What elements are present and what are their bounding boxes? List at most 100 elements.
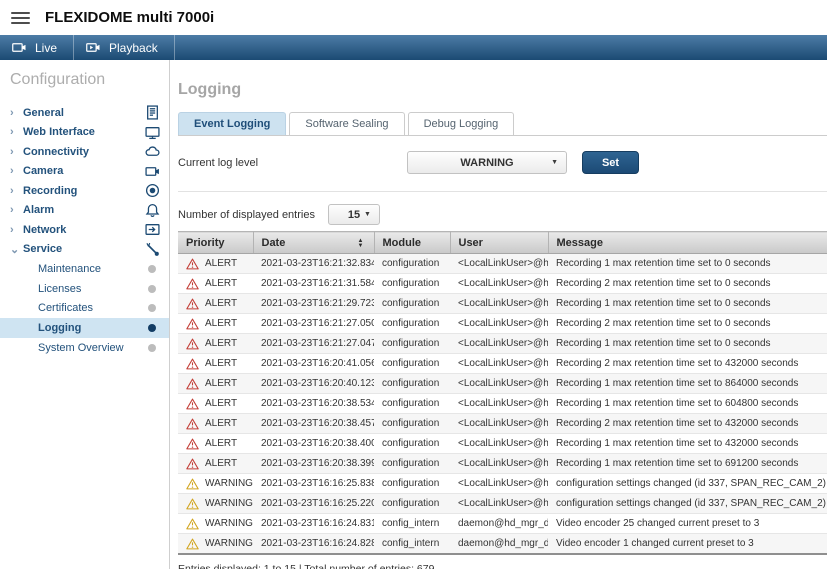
priority-label: ALERT xyxy=(205,278,237,289)
entries-dropdown[interactable]: 15 ▼ xyxy=(328,204,380,225)
log-table: Priority Date▲▼ Module User Message ALER… xyxy=(178,231,827,555)
tab-software-sealing[interactable]: Software Sealing xyxy=(289,112,404,135)
menu-icon[interactable] xyxy=(11,12,30,24)
table-row[interactable]: ALERT 2021-03-23T16:20:38.534+01:00 conf… xyxy=(178,394,827,414)
alert-icon xyxy=(186,378,199,390)
date-cell: 2021-03-23T16:21:29.723+01:00 xyxy=(253,294,374,314)
sidebar-item-recording[interactable]: › Recording xyxy=(0,181,169,201)
tab-event-logging[interactable]: Event Logging xyxy=(178,112,286,135)
col-date[interactable]: Date▲▼ xyxy=(253,232,374,254)
sidebar-item-web-interface[interactable]: › Web Interface xyxy=(0,123,169,143)
module-cell: configuration xyxy=(374,254,450,274)
nav-tab-playback[interactable]: Playback xyxy=(74,35,175,60)
table-row[interactable]: ALERT 2021-03-23T16:21:29.723+01:00 conf… xyxy=(178,294,827,314)
date-cell: 2021-03-23T16:16:25.838+01:00 xyxy=(253,474,374,494)
status-dot xyxy=(148,304,156,312)
user-cell: <LocalLinkUser>@http xyxy=(450,494,548,514)
camera-icon xyxy=(145,164,160,179)
log-level-value: WARNING xyxy=(460,157,513,169)
network-icon xyxy=(145,222,160,237)
log-level-label: Current log level xyxy=(178,157,407,169)
user-cell: <LocalLinkUser>@http xyxy=(450,254,548,274)
table-row[interactable]: ALERT 2021-03-23T16:21:31.584+01:00 conf… xyxy=(178,274,827,294)
alert-icon xyxy=(186,358,199,370)
warning-icon xyxy=(186,478,199,490)
col-message: Message xyxy=(548,232,827,254)
table-row[interactable]: ALERT 2021-03-23T16:20:41.056+01:00 conf… xyxy=(178,354,827,374)
date-cell: 2021-03-23T16:20:38.534+01:00 xyxy=(253,394,374,414)
date-cell: 2021-03-23T16:20:38.457+01:00 xyxy=(253,414,374,434)
priority-label: WARNING xyxy=(205,538,253,549)
user-cell: <LocalLinkUser>@http xyxy=(450,454,548,474)
table-row[interactable]: ALERT 2021-03-23T16:21:27.047+01:00 conf… xyxy=(178,334,827,354)
nav-tab-playback-label: Playback xyxy=(109,41,158,55)
message-cell: Video encoder 1 changed current preset t… xyxy=(548,534,827,555)
table-row[interactable]: WARNING 2021-03-23T16:16:24.831+01:00 co… xyxy=(178,514,827,534)
alert-icon xyxy=(186,458,199,470)
status-dot xyxy=(148,265,156,273)
priority-label: ALERT xyxy=(205,458,237,469)
entries-control-row: Number of displayed entries 15 ▼ xyxy=(178,204,827,225)
sidebar-item-alarm[interactable]: › Alarm xyxy=(0,201,169,221)
sidebar-item-connectivity[interactable]: › Connectivity xyxy=(0,142,169,162)
module-cell: configuration xyxy=(374,334,450,354)
message-cell: Video encoder 25 changed current preset … xyxy=(548,514,827,534)
priority-label: ALERT xyxy=(205,318,237,329)
priority-label: ALERT xyxy=(205,338,237,349)
chevron-down-icon: ▼ xyxy=(364,211,371,218)
table-row[interactable]: WARNING 2021-03-23T16:16:25.838+01:00 co… xyxy=(178,474,827,494)
table-row[interactable]: ALERT 2021-03-23T16:20:38.400+01:00 conf… xyxy=(178,434,827,454)
sidebar-item-camera[interactable]: › Camera xyxy=(0,162,169,182)
sidebar-item-service[interactable]: ⌄ Service xyxy=(0,240,169,260)
log-level-dropdown[interactable]: WARNING ▼ xyxy=(407,151,567,174)
table-row[interactable]: ALERT 2021-03-23T16:21:27.050+01:00 conf… xyxy=(178,314,827,334)
message-cell: Recording 1 max retention time set to 0 … xyxy=(548,254,827,274)
table-row[interactable]: ALERT 2021-03-23T16:20:40.123+01:00 conf… xyxy=(178,374,827,394)
tab-debug-logging[interactable]: Debug Logging xyxy=(408,112,515,135)
module-cell: configuration xyxy=(374,394,450,414)
record-icon xyxy=(145,183,160,198)
nav-tab-live[interactable]: Live xyxy=(0,35,74,60)
module-cell: configuration xyxy=(374,434,450,454)
warning-icon xyxy=(186,498,199,510)
sidebar-item-logging[interactable]: Logging xyxy=(0,318,169,338)
chevron-right-icon: › xyxy=(10,107,23,119)
table-row[interactable]: WARNING 2021-03-23T16:16:25.220+01:00 co… xyxy=(178,494,827,514)
col-module: Module xyxy=(374,232,450,254)
user-cell: <LocalLinkUser>@http xyxy=(450,334,548,354)
table-row[interactable]: ALERT 2021-03-23T16:20:38.457+01:00 conf… xyxy=(178,414,827,434)
table-row[interactable]: ALERT 2021-03-23T16:20:38.399+01:00 conf… xyxy=(178,454,827,474)
priority-label: ALERT xyxy=(205,358,237,369)
priority-label: ALERT xyxy=(205,298,237,309)
status-dot xyxy=(148,285,156,293)
sort-icon[interactable]: ▲▼ xyxy=(358,239,364,249)
sidebar-item-network[interactable]: › Network xyxy=(0,220,169,240)
date-cell: 2021-03-23T16:20:38.399+01:00 xyxy=(253,454,374,474)
sidebar-item-system-overview[interactable]: System Overview xyxy=(0,338,169,358)
user-cell: <LocalLinkUser>@http xyxy=(450,394,548,414)
set-button[interactable]: Set xyxy=(582,151,639,174)
monitor-icon xyxy=(145,125,160,140)
main-panel: Logging Event Logging Software Sealing D… xyxy=(170,60,827,569)
sidebar-item-licenses[interactable]: Licenses xyxy=(0,279,169,299)
col-user: User xyxy=(450,232,548,254)
sidebar-item-maintenance[interactable]: Maintenance xyxy=(0,259,169,279)
module-cell: configuration xyxy=(374,374,450,394)
date-cell: 2021-03-23T16:16:24.831+01:00 xyxy=(253,514,374,534)
table-row[interactable]: WARNING 2021-03-23T16:16:24.828+01:00 co… xyxy=(178,534,827,555)
sidebar-item-certificates[interactable]: Certificates xyxy=(0,298,169,318)
module-cell: configuration xyxy=(374,314,450,334)
alert-icon xyxy=(186,318,199,330)
chevron-right-icon: › xyxy=(10,185,23,197)
message-cell: Recording 1 max retention time set to 43… xyxy=(548,434,827,454)
sidebar-item-general[interactable]: › General xyxy=(0,103,169,123)
status-dot xyxy=(148,344,156,352)
wrench-icon xyxy=(145,242,160,257)
tab-strip: Event Logging Software Sealing Debug Log… xyxy=(178,112,827,136)
date-cell: 2021-03-23T16:20:38.400+01:00 xyxy=(253,434,374,454)
date-cell: 2021-03-23T16:20:41.056+01:00 xyxy=(253,354,374,374)
priority-label: WARNING xyxy=(205,518,253,529)
date-cell: 2021-03-23T16:21:32.834+01:00 xyxy=(253,254,374,274)
priority-label: ALERT xyxy=(205,258,237,269)
table-row[interactable]: ALERT 2021-03-23T16:21:32.834+01:00 conf… xyxy=(178,254,827,274)
